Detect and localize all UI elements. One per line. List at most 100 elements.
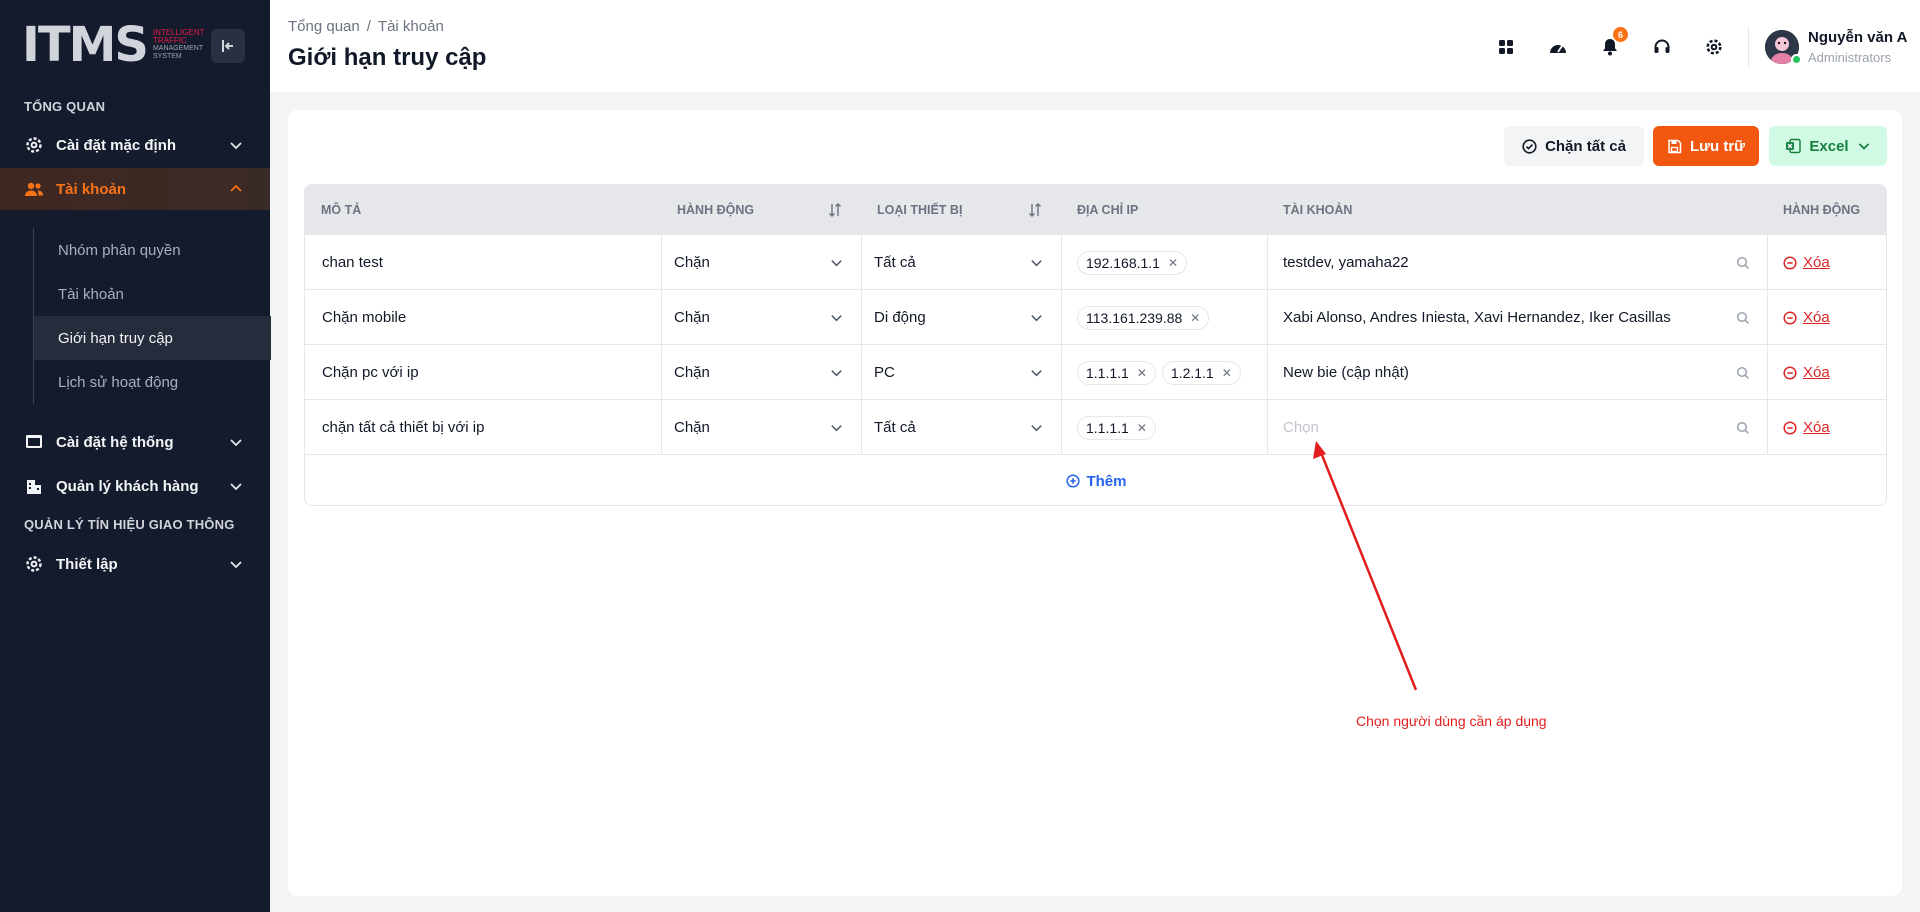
save-label: Lưu trữ <box>1689 137 1746 155</box>
dashboard-button[interactable] <box>1542 31 1574 63</box>
accounts-cell[interactable]: Xabi Alonso, Andres Iniesta, Xavi Hernan… <box>1283 290 1671 345</box>
accounts-cell[interactable]: testdev, yamaha22 <box>1283 235 1409 290</box>
save-button[interactable]: Lưu trữ <box>1653 126 1759 166</box>
search-icon[interactable] <box>1736 256 1750 270</box>
sidebar-item-label: Quản lý khách hàng <box>56 477 199 495</box>
ip-tags[interactable]: 113.161.239.88 ✕ <box>1077 290 1215 345</box>
collapse-sidebar-button[interactable] <box>211 29 245 63</box>
brand-subtitle: INTELLIGENT TRAFFIC MANAGEMENT SYSTEM <box>153 29 205 61</box>
ip-tag-label: 113.161.239.88 <box>1086 309 1183 326</box>
description-cell[interactable]: Chặn mobile <box>322 290 406 345</box>
remove-tag-icon[interactable]: ✕ <box>1190 311 1200 325</box>
device-type-select[interactable]: Di động <box>874 290 926 345</box>
search-icon[interactable] <box>1736 366 1750 380</box>
action-select[interactable]: Chặn <box>674 400 710 455</box>
device-type-select[interactable]: Tất cả <box>874 400 916 455</box>
user-name[interactable]: Nguyễn văn A <box>1808 29 1907 46</box>
sidebar: ITMS INTELLIGENT TRAFFIC MANAGEMENT SYST… <box>0 0 271 912</box>
minus-circle-icon <box>1783 420 1797 435</box>
search-icon[interactable] <box>1736 311 1750 325</box>
delete-label: Xóa <box>1803 364 1830 381</box>
delete-link[interactable]: Xóa <box>1783 400 1830 455</box>
notifications-button[interactable]: 6 <box>1594 27 1628 63</box>
ip-tag[interactable]: 1.1.1.1 ✕ <box>1077 415 1156 440</box>
sidebar-subitem-access-limit[interactable]: Giới hạn truy cập <box>34 316 271 360</box>
chevron-down-icon[interactable] <box>1029 310 1044 325</box>
chevron-down-icon[interactable] <box>829 310 844 325</box>
ip-tags[interactable]: 192.168.1.1 ✕ <box>1077 235 1193 290</box>
ip-tags[interactable]: 1.1.1.1 ✕ <box>1077 400 1162 455</box>
sidebar-item-system-settings[interactable]: Cài đặt hệ thống <box>0 421 270 463</box>
sidebar-item-setup[interactable]: Thiết lập <box>0 543 270 585</box>
sidebar-item-customer-management[interactable]: Quản lý khách hàng <box>0 465 270 507</box>
table-row: chặn tất cả thiết bị với ip Chặn Tất cả … <box>305 400 1886 455</box>
breadcrumb-item-accounts[interactable]: Tài khoản <box>378 18 444 35</box>
search-icon[interactable] <box>1736 421 1750 435</box>
delete-label: Xóa <box>1803 309 1830 326</box>
column-header-description: MÔ TẢ <box>321 203 362 217</box>
chevron-down-icon[interactable] <box>1029 365 1044 380</box>
remove-tag-icon[interactable]: ✕ <box>1168 256 1178 270</box>
device-type-select[interactable]: PC <box>874 345 895 400</box>
ip-tag-label: 1.2.1.1 <box>1170 364 1214 381</box>
remove-tag-icon[interactable]: ✕ <box>1137 366 1147 380</box>
action-select[interactable]: Chặn <box>674 290 710 345</box>
accounts-select-input[interactable]: Chọn <box>1283 400 1319 455</box>
description-cell[interactable]: chặn tất cả thiết bị với ip <box>322 400 484 455</box>
remove-tag-icon[interactable]: ✕ <box>1137 421 1147 435</box>
action-select[interactable]: Chặn <box>674 345 710 400</box>
sidebar-item-default-settings[interactable]: Cài đặt mặc định <box>0 124 270 166</box>
sidebar-subitem-permission-groups[interactable]: Nhóm phân quyền <box>34 228 271 272</box>
remove-tag-icon[interactable]: ✕ <box>1222 366 1232 380</box>
delete-link[interactable]: Xóa <box>1783 345 1830 400</box>
check-circle-icon <box>1522 138 1537 154</box>
settings-button[interactable] <box>1698 31 1730 63</box>
minus-circle-icon <box>1783 255 1797 270</box>
floppy-disk-icon <box>1668 139 1682 153</box>
excel-icon <box>1786 138 1802 154</box>
column-header-device-type[interactable]: LOẠI THIẾT BỊ <box>877 185 962 235</box>
chevron-down-icon[interactable] <box>829 365 844 380</box>
breadcrumb-item-overview[interactable]: Tổng quan <box>288 18 360 35</box>
plus-circle-icon <box>1066 474 1081 488</box>
column-header-action[interactable]: HÀNH ĐỘNG <box>677 185 754 235</box>
minus-circle-icon <box>1783 310 1797 325</box>
add-row-button[interactable]: Thêm <box>305 455 1886 505</box>
apps-button[interactable] <box>1490 31 1522 63</box>
chevron-down-icon[interactable] <box>829 420 844 435</box>
section-title-traffic: QUẢN LÝ TÍN HIỆU GIAO THÔNG <box>24 517 235 532</box>
action-select[interactable]: Chặn <box>674 235 710 290</box>
chevron-down-icon <box>230 439 242 447</box>
delete-link[interactable]: Xóa <box>1783 290 1830 345</box>
ip-tag[interactable]: 192.168.1.1 ✕ <box>1077 250 1188 275</box>
accounts-cell[interactable]: New bie (cập nhật) <box>1283 345 1409 400</box>
delete-link[interactable]: Xóa <box>1783 235 1830 290</box>
excel-dropdown-button[interactable]: Excel <box>1769 126 1887 166</box>
chevron-down-icon[interactable] <box>829 255 844 270</box>
chevron-down-icon[interactable] <box>1029 255 1044 270</box>
sort-icon[interactable] <box>1027 202 1043 218</box>
access-limit-table: MÔ TẢ HÀNH ĐỘNG LOẠI THIẾT BỊ ĐỊA CHỈ IP… <box>304 184 1887 506</box>
sidebar-item-label: Cài đặt hệ thống <box>56 433 174 451</box>
delete-label: Xóa <box>1803 419 1830 436</box>
ip-tag[interactable]: 113.161.239.88 ✕ <box>1077 305 1210 330</box>
support-button[interactable] <box>1646 31 1678 63</box>
device-type-select[interactable]: Tất cả <box>874 235 916 290</box>
accounts-submenu: Nhóm phân quyền Tài khoản Giới hạn truy … <box>33 228 271 404</box>
ip-tag[interactable]: 1.2.1.1 ✕ <box>1161 360 1241 385</box>
description-cell[interactable]: chan test <box>322 235 383 290</box>
ip-tags[interactable]: 1.1.1.1 ✕ 1.2.1.1 ✕ <box>1077 345 1247 400</box>
sidebar-item-label: Thiết lập <box>56 555 118 573</box>
chevron-down-icon[interactable] <box>1029 420 1044 435</box>
excel-label: Excel <box>1809 137 1849 155</box>
sidebar-subitem-accounts[interactable]: Tài khoản <box>34 272 271 316</box>
ip-tag[interactable]: 1.1.1.1 ✕ <box>1077 360 1156 385</box>
description-cell[interactable]: Chặn pc với ip <box>322 345 419 400</box>
sidebar-item-accounts[interactable]: Tài khoản <box>0 168 270 210</box>
sort-icon[interactable] <box>827 202 843 218</box>
table-row: Chặn pc với ip Chặn PC 1.1.1.1 ✕ 1.2.1.1 ✕… <box>305 345 1886 400</box>
brand-logo[interactable]: ITMS INTELLIGENT TRAFFIC MANAGEMENT SYST… <box>22 17 205 73</box>
block-all-button[interactable]: Chặn tất cả <box>1504 126 1644 166</box>
brand-mark: ITMS <box>22 17 149 73</box>
sidebar-subitem-activity-history[interactable]: Lịch sử hoạt động <box>34 360 271 404</box>
